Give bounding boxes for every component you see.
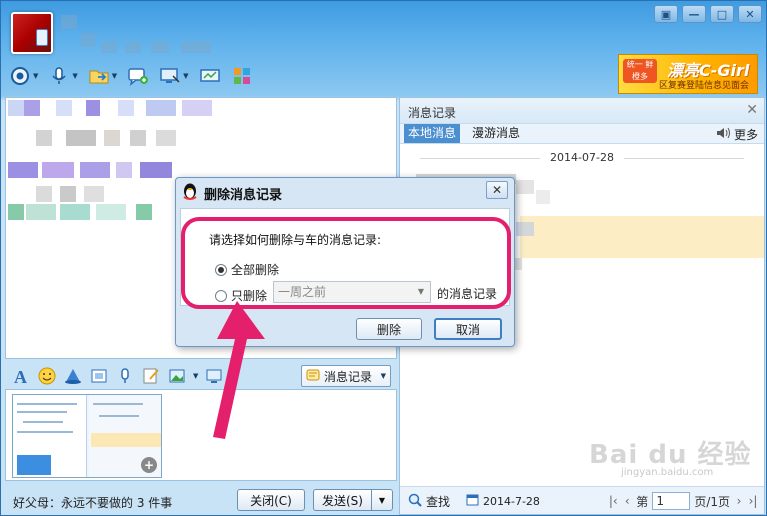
more-button[interactable]: 更多: [716, 126, 758, 143]
blurred-history: [516, 222, 534, 236]
minimize-button[interactable]: —: [682, 5, 706, 23]
dialog-title-bar: 删除消息记录: [182, 182, 282, 204]
chat-toolbar: ▼ ▼ ▼ ▼: [7, 63, 255, 89]
news-ticker-text[interactable]: 好父母：永远不要做的 3 件事: [13, 494, 172, 511]
ad-sub-text: 区复赛登陆信息见面会: [659, 81, 750, 91]
image-icon[interactable]: [167, 366, 187, 386]
find-button[interactable]: 查找: [408, 493, 450, 510]
share-screen-button[interactable]: [197, 63, 223, 89]
page-number-input[interactable]: 1: [652, 492, 691, 510]
chat-bubble-add-icon: [127, 65, 149, 87]
blurred-message: [6, 100, 396, 118]
close-window-button[interactable]: ✕: [738, 5, 762, 23]
chevron-down-icon: ▼: [380, 372, 386, 380]
maximize-button[interactable]: □: [710, 5, 734, 23]
remote-desktop-button[interactable]: ▼: [157, 63, 190, 89]
chevron-down-icon: ▼: [378, 495, 386, 505]
webcam-icon: [9, 65, 31, 87]
history-date-header: 2014-07-28: [400, 151, 764, 164]
close-chat-button[interactable]: 关闭(C): [237, 489, 305, 511]
history-header: 消息记录 ✕: [400, 98, 764, 124]
blurred-history: [516, 180, 534, 194]
dialog-title: 删除消息记录: [204, 187, 283, 203]
send-button[interactable]: 发送(S): [313, 489, 371, 511]
calendar-icon: [466, 493, 479, 509]
qq-chat-window: ▣ — □ ✕ 统一 鲜橙多 漂亮C-Girl 区复赛登陆信息见面会 ▼ ▼ ▼: [0, 0, 767, 516]
chevron-down-icon[interactable]: ▼: [72, 72, 77, 80]
ad-brand-small: 统一 鲜橙多: [623, 59, 657, 83]
highlighted-history-row: [520, 216, 764, 258]
page-prefix: 第: [636, 494, 649, 509]
voice-message-icon[interactable]: [115, 366, 135, 386]
window-controls: ▣ — □ ✕: [654, 5, 762, 23]
last-page-icon[interactable]: ›|: [748, 494, 758, 508]
history-tabs: 本地消息 漫游消息 更多: [400, 124, 764, 144]
date-picker[interactable]: 2014-7-28: [466, 493, 540, 509]
next-page-icon[interactable]: ›: [734, 494, 744, 508]
contact-name-blurred: [61, 13, 221, 55]
baidu-watermark: Bai du 经验: [589, 440, 752, 470]
screen-share-icon: [199, 65, 221, 87]
send-file-button[interactable]: ▼: [86, 63, 119, 89]
emoji-icon[interactable]: [37, 366, 57, 386]
thumbnail-highlight: [91, 433, 161, 447]
date-value: 2014-7-28: [483, 494, 540, 508]
send-options-button[interactable]: ▼: [371, 489, 393, 511]
video-call-button[interactable]: ▼: [7, 63, 40, 89]
blurred-history: [536, 190, 550, 204]
chevron-down-icon[interactable]: ▼: [112, 72, 117, 80]
ad-banner[interactable]: 统一 鲜橙多 漂亮C-Girl 区复赛登陆信息见面会: [618, 54, 758, 94]
note-icon[interactable]: [141, 366, 161, 386]
history-title: 消息记录: [408, 106, 457, 120]
microphone-icon: [48, 65, 70, 87]
search-icon: [408, 493, 422, 510]
history-footer: 查找 2014-7-28 |‹ ‹ 第 1 页/1页 › ›|: [400, 486, 764, 514]
annotation-arrow-icon: [213, 301, 265, 439]
more-label: 更多: [733, 128, 758, 142]
annotation-highlight-box: [181, 217, 511, 309]
font-icon[interactable]: A: [11, 366, 31, 386]
blurred-message: [6, 130, 396, 148]
folder-icon: [88, 65, 110, 87]
page-suffix: 页/1页: [694, 494, 730, 509]
message-record-icon: [306, 368, 320, 385]
chevron-down-icon[interactable]: ▼: [183, 72, 188, 80]
film-icon[interactable]: [89, 366, 109, 386]
find-label: 查找: [426, 495, 451, 509]
prev-page-icon[interactable]: ‹: [622, 494, 632, 508]
apps-grid-icon: [231, 65, 253, 87]
thumbnail-blue-block: [17, 455, 51, 475]
chat-bottom-bar: 好父母：永远不要做的 3 件事 关闭(C) 发送(S) ▼: [1, 485, 401, 515]
cancel-button[interactable]: 取消: [434, 318, 502, 340]
nudge-icon[interactable]: [63, 366, 83, 386]
group-chat-button[interactable]: [125, 63, 151, 89]
speaker-icon: [716, 126, 732, 143]
pager: |‹ ‹ 第 1 页/1页 › ›|: [608, 492, 758, 510]
screenshot-thumbnail[interactable]: +: [12, 394, 162, 478]
window-menu-button[interactable]: ▣: [654, 5, 678, 23]
apps-button[interactable]: [229, 63, 255, 89]
qq-penguin-icon: [182, 182, 198, 204]
first-page-icon[interactable]: |‹: [608, 494, 618, 508]
delete-button[interactable]: 删除: [356, 318, 422, 340]
svg-text:A: A: [14, 367, 27, 385]
contact-avatar[interactable]: [11, 12, 53, 54]
voice-call-button[interactable]: ▼: [46, 63, 79, 89]
close-icon[interactable]: ✕: [746, 102, 758, 118]
message-record-button[interactable]: 消息记录 ▼: [301, 365, 391, 387]
tab-roaming-messages[interactable]: 漫游消息: [468, 124, 524, 143]
baidu-watermark-url: jingyan.baidu.com: [621, 467, 714, 478]
tab-local-messages[interactable]: 本地消息: [404, 124, 461, 143]
monitor-icon: [159, 65, 181, 87]
dialog-close-icon[interactable]: ✕: [486, 181, 508, 199]
message-record-label: 消息记录: [324, 369, 373, 384]
chevron-down-icon[interactable]: ▼: [33, 72, 38, 80]
zoom-in-icon[interactable]: +: [141, 457, 157, 473]
